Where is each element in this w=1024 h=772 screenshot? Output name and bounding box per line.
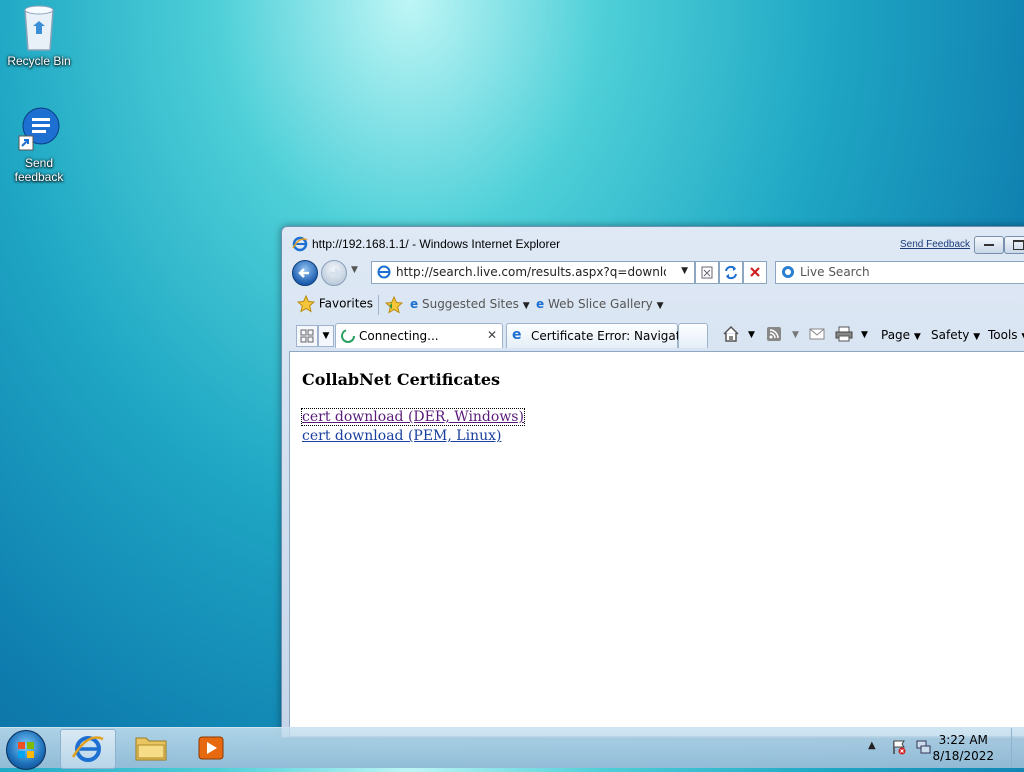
tab-certificate-error[interactable]: e Certificate Error: Navigati... <box>506 323 695 348</box>
maximize-icon <box>1013 240 1024 250</box>
suggested-sites-dropdown-icon: ▼ <box>522 301 530 311</box>
minimize-icon <box>984 244 994 246</box>
favorites-bar: Favorites e Suggested Sites ▼ e Web Slic… <box>282 289 1024 319</box>
home-icon <box>723 325 739 342</box>
taskbar-media-player[interactable] <box>184 729 238 767</box>
internet-explorer-icon <box>71 736 104 762</box>
home-dropdown-icon[interactable]: ▼ <box>748 330 755 340</box>
taskbar-clock[interactable]: 3:22 AM 8/18/2022 <box>932 732 994 764</box>
stop-icon <box>750 267 760 277</box>
window-title: http://192.168.1.1/ - Windows Internet E… <box>312 237 561 251</box>
address-input[interactable]: http://search.live.com/results.aspx?q=do… <box>396 265 666 279</box>
address-dropdown-icon[interactable]: ▼ <box>681 266 688 276</box>
show-desktop-button[interactable] <box>1011 728 1024 768</box>
print-button[interactable] <box>835 326 853 345</box>
print-dropdown-icon[interactable]: ▼ <box>861 330 868 340</box>
tab-list-dropdown-button[interactable]: ▼ <box>318 325 334 347</box>
safety-menu-button[interactable]: Safety ▼ <box>931 328 980 342</box>
tools-menu-label: Tools <box>988 328 1018 342</box>
search-input[interactable]: Live Search <box>800 265 870 279</box>
window-titlebar[interactable]: http://192.168.1.1/ - Windows Internet E… <box>282 227 1024 257</box>
start-button[interactable] <box>6 730 46 770</box>
favorites-separator <box>378 295 379 315</box>
page-ie-icon <box>376 264 392 283</box>
new-tab-button[interactable] <box>678 323 708 348</box>
taskbar: ▲ 3:22 AM 8/18/2022 <box>0 727 1024 770</box>
refresh-icon <box>725 265 737 280</box>
address-bar[interactable]: http://search.live.com/results.aspx?q=do… <box>371 261 695 284</box>
page-menu-dropdown-icon: ▼ <box>913 332 921 342</box>
favorites-button[interactable]: Favorites <box>296 294 374 313</box>
web-slice-ie-icon: e <box>536 297 545 311</box>
tab-connecting[interactable]: Connecting... ✕ <box>335 323 503 348</box>
taskbar-internet-explorer[interactable] <box>60 729 116 769</box>
read-mail-icon[interactable] <box>809 328 825 343</box>
stop-button[interactable] <box>743 261 767 284</box>
cert-download-pem-link[interactable]: cert download (PEM, Linux) <box>302 428 501 444</box>
show-hidden-icons-icon[interactable]: ▲ <box>868 740 876 751</box>
suggested-sites-button[interactable]: e Suggested Sites ▼ <box>410 297 530 311</box>
recent-pages-dropdown-icon[interactable]: ▼ <box>351 265 358 275</box>
suggested-sites-label: Suggested Sites <box>421 297 519 311</box>
cert-download-der-link[interactable]: cert download (DER, Windows) <box>301 408 525 426</box>
media-player-icon <box>198 736 224 760</box>
desktop-icon-send-feedback[interactable]: Send feedback <box>3 106 75 184</box>
add-to-favorites-bar-icon[interactable] <box>384 295 404 317</box>
web-slice-dropdown-icon: ▼ <box>656 301 664 311</box>
clock-date: 8/18/2022 <box>932 749 994 763</box>
forward-button[interactable] <box>321 260 347 286</box>
quick-tabs-button[interactable] <box>296 325 318 347</box>
windows-logo-icon <box>18 742 34 758</box>
page-menu-label: Page <box>881 328 911 342</box>
minimize-button[interactable] <box>974 236 1004 254</box>
page-content: CollabNet Certificates cert download (DE… <box>289 351 1024 737</box>
tools-menu-button[interactable]: Tools ▼ <box>988 328 1024 342</box>
quick-tabs-icon <box>300 329 314 343</box>
forward-arrow-icon <box>330 268 341 278</box>
back-button[interactable] <box>292 260 318 286</box>
send-feedback-icon <box>15 106 63 156</box>
recycle-bin-icon <box>19 4 59 52</box>
favorites-star-icon <box>296 294 316 313</box>
taskbar-windows-explorer[interactable] <box>124 729 178 767</box>
web-slice-gallery-button[interactable]: e Web Slice Gallery ▼ <box>536 297 664 311</box>
send-feedback-link[interactable]: Send Feedback <box>900 239 970 250</box>
desktop-icon-recycle-bin[interactable]: Recycle Bin <box>3 4 75 68</box>
navigation-bar: ▼ http://search.live.com/results.aspx?q=… <box>282 258 1024 286</box>
search-box[interactable]: Live Search <box>775 261 1024 284</box>
close-tab-icon[interactable]: ✕ <box>487 328 497 342</box>
tab-certificate-error-label: Certificate Error: Navigati... <box>531 329 696 343</box>
live-search-icon <box>780 264 796 283</box>
suggested-sites-ie-icon: e <box>410 297 419 311</box>
feeds-button[interactable] <box>766 326 782 345</box>
tab-ie-icon: e <box>512 327 522 343</box>
folder-icon <box>135 737 167 761</box>
home-button[interactable] <box>722 325 740 346</box>
compatibility-view-icon <box>701 266 713 279</box>
clock-time: 3:22 AM <box>938 733 988 747</box>
page-menu-button[interactable]: Page ▼ <box>881 328 921 342</box>
tab-bar: ▼ Connecting... ✕ e Certificate Error: N… <box>282 321 1024 349</box>
safety-menu-dropdown-icon: ▼ <box>973 332 981 342</box>
ie-window: http://192.168.1.1/ - Windows Internet E… <box>281 226 1024 738</box>
maximize-button[interactable] <box>1004 236 1024 254</box>
tab-connecting-label: Connecting... <box>359 329 439 343</box>
favorites-label: Favorites <box>318 296 374 311</box>
feeds-dropdown-icon[interactable]: ▼ <box>792 330 799 340</box>
loading-spinner-icon <box>340 328 356 347</box>
recycle-bin-label: Recycle Bin <box>7 54 71 68</box>
web-slice-gallery-label: Web Slice Gallery <box>547 297 653 311</box>
send-feedback-label: Send feedback <box>14 156 64 184</box>
page-heading: CollabNet Certificates <box>302 370 501 389</box>
safety-menu-label: Safety <box>931 328 970 342</box>
rss-feed-icon <box>767 327 781 341</box>
refresh-button[interactable] <box>719 261 743 284</box>
compatibility-view-button[interactable] <box>695 261 719 284</box>
action-center-flag-icon[interactable] <box>891 739 907 758</box>
ie-logo-icon <box>292 236 308 255</box>
printer-icon <box>835 326 853 342</box>
back-arrow-icon <box>298 268 309 278</box>
network-icon[interactable] <box>915 739 931 758</box>
